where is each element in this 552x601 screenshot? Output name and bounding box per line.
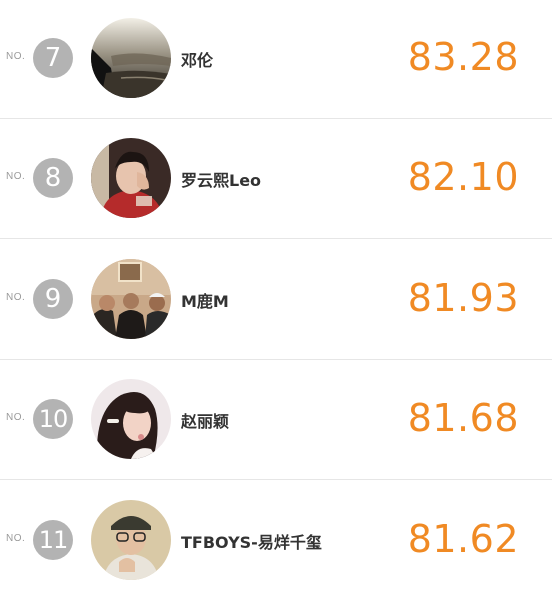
celebrity-name[interactable]: TFBOYS-易烊千玺 bbox=[181, 529, 322, 553]
ranking-row[interactable]: NO. 7 邓伦 83.28 bbox=[0, 0, 552, 119]
celebrity-name[interactable]: 罗云熙Leo bbox=[181, 167, 261, 191]
score-value: 83.28 bbox=[407, 35, 519, 79]
avatar-dark-landscape-image bbox=[91, 18, 171, 98]
rank-prefix: NO. bbox=[6, 51, 26, 62]
avatar-person-red-image bbox=[91, 138, 171, 218]
avatar[interactable] bbox=[91, 379, 171, 459]
ranking-row[interactable]: NO. 11 TFBOYS-易烊千玺 81.62 bbox=[0, 481, 552, 601]
rank-prefix: NO. bbox=[6, 533, 26, 544]
celebrity-name[interactable]: 邓伦 bbox=[181, 47, 213, 71]
rank-prefix: NO. bbox=[6, 292, 26, 303]
ranking-row[interactable]: NO. 10 赵丽颖 81.68 bbox=[0, 360, 552, 480]
avatar[interactable] bbox=[91, 500, 171, 580]
score-value: 81.93 bbox=[407, 276, 519, 320]
score-value: 82.10 bbox=[407, 155, 519, 199]
score-value: 81.62 bbox=[407, 517, 519, 561]
avatar-group-photo-image bbox=[91, 259, 171, 339]
ranking-row[interactable]: NO. 9 M鹿M 81.93 bbox=[0, 240, 552, 360]
rank-prefix: NO. bbox=[6, 412, 26, 423]
rank-badge: 8 bbox=[33, 158, 73, 198]
rank-badge: 10 bbox=[33, 399, 73, 439]
ranking-list: NO. 7 邓伦 83.28 NO. 8 罗云熙Leo 82.10 NO. 9 … bbox=[0, 0, 552, 599]
rank-prefix: NO. bbox=[6, 171, 26, 182]
rank-badge: 9 bbox=[33, 279, 73, 319]
avatar-boy-hat-image bbox=[91, 500, 171, 580]
avatar[interactable] bbox=[91, 18, 171, 98]
rank-badge: 7 bbox=[33, 38, 73, 78]
rank-badge: 11 bbox=[33, 520, 73, 560]
score-value: 81.68 bbox=[407, 396, 519, 440]
celebrity-name[interactable]: M鹿M bbox=[181, 288, 229, 312]
avatar[interactable] bbox=[91, 138, 171, 218]
avatar[interactable] bbox=[91, 259, 171, 339]
celebrity-name[interactable]: 赵丽颖 bbox=[181, 408, 229, 432]
ranking-row[interactable]: NO. 8 罗云熙Leo 82.10 bbox=[0, 119, 552, 239]
avatar-woman-hairclip-image bbox=[91, 379, 171, 459]
